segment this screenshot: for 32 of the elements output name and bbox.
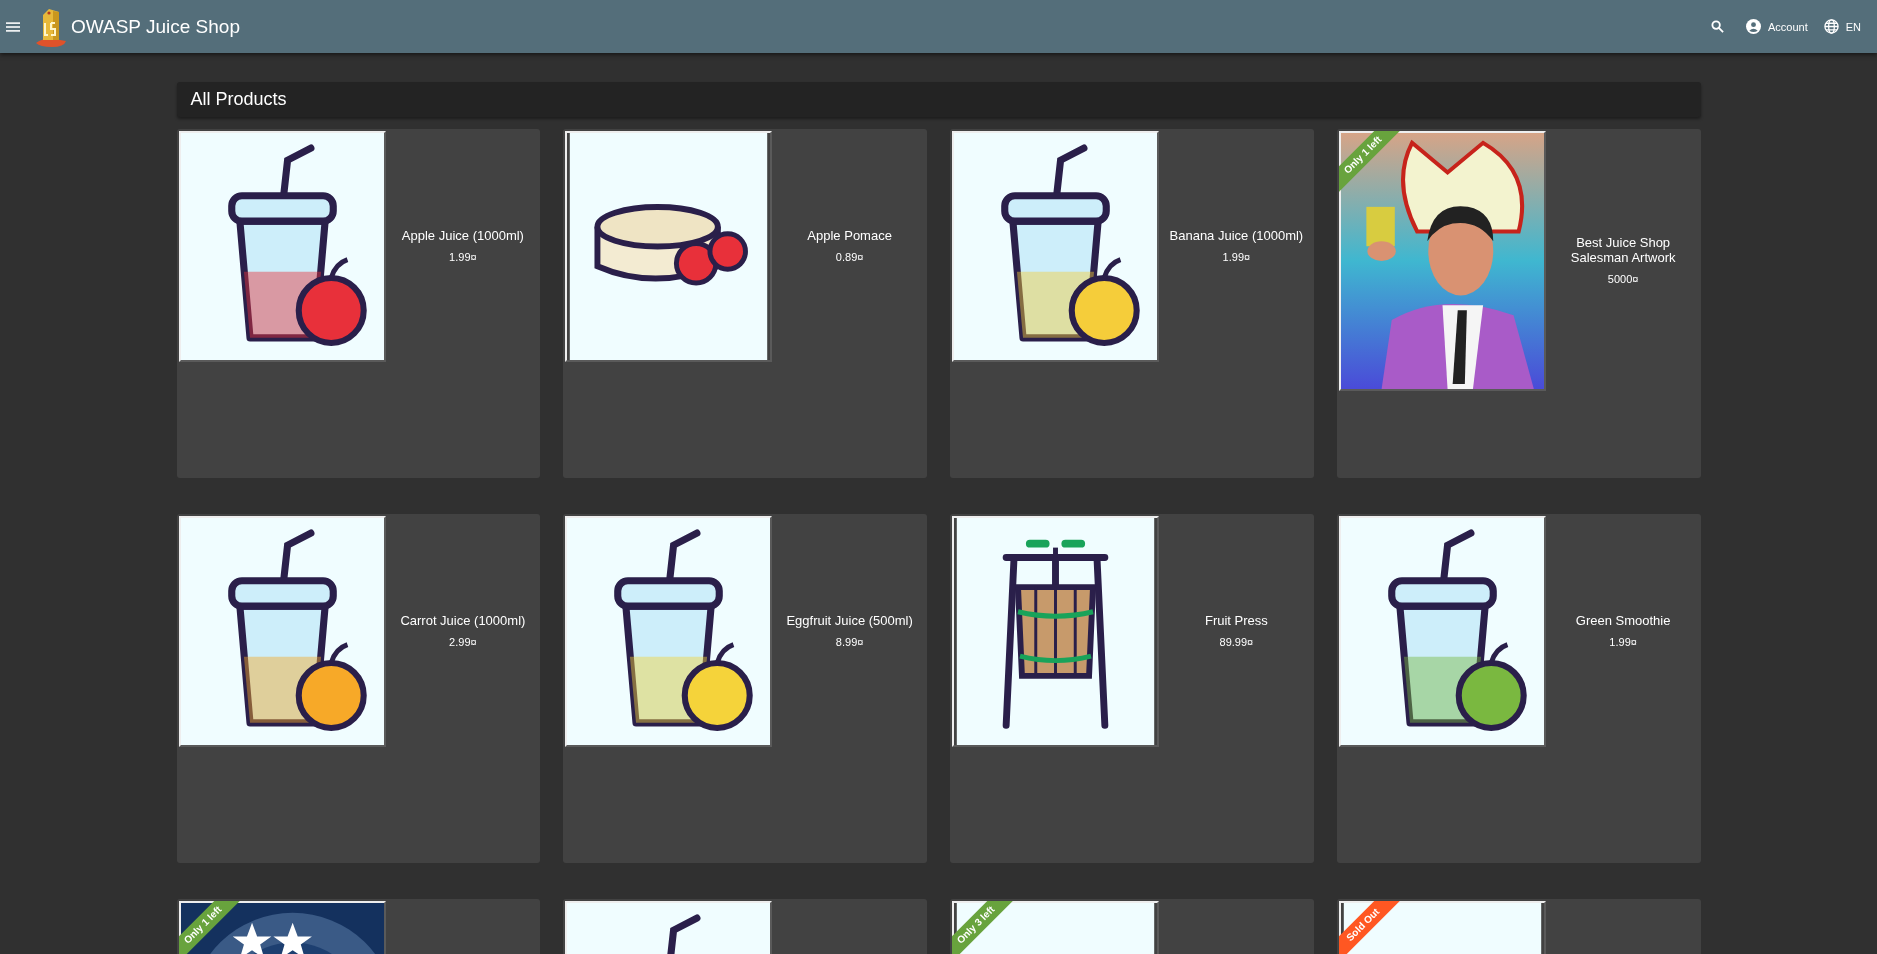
account-icon xyxy=(1745,19,1761,34)
page-heading: All Products xyxy=(190,89,287,110)
product-card[interactable]: Apple Pomace 0.89¤ xyxy=(563,129,927,478)
product-price: 2.99¤ xyxy=(449,636,477,648)
product-name: Banana Juice (1000ml) xyxy=(1169,228,1304,243)
juice-box-logo-icon[interactable] xyxy=(34,6,68,47)
product-card[interactable]: Fruit Press 89.99¤ xyxy=(950,514,1314,863)
product-card[interactable]: Apple Juice (1000ml) 1.99¤ xyxy=(176,129,541,478)
globe-icon xyxy=(1823,19,1839,34)
product-card[interactable]: Eggfruit Juice (500ml) 8.99¤ xyxy=(563,514,927,863)
product-price: 1.99¤ xyxy=(1222,251,1251,263)
app-title[interactable]: OWASP Juice Shop xyxy=(71,15,240,38)
product-card[interactable]: Carrot Juice (1000ml) 2.99¤ xyxy=(176,514,541,863)
language-button[interactable]: EN xyxy=(1817,15,1867,38)
search-icon[interactable] xyxy=(1710,20,1724,33)
product-card[interactable]: Banana Juice (1000ml) 1.99¤ xyxy=(950,129,1314,478)
product-name: Eggfruit Juice (500ml) xyxy=(786,613,913,628)
product-price: 8.99¤ xyxy=(835,636,864,648)
product-name: Fruit Press xyxy=(1204,613,1268,628)
account-button[interactable]: Account xyxy=(1739,15,1814,38)
product-name: Carrot Juice (1000ml) xyxy=(400,613,526,628)
product-name: Apple Juice (1000ml) xyxy=(401,228,524,243)
menu-icon[interactable] xyxy=(6,21,20,32)
product-card[interactable]: Green Smoothie 1.99¤ xyxy=(1336,514,1701,863)
product-price: 1.99¤ xyxy=(1609,636,1637,648)
product-name: Best Juice Shop Salesman Artwork xyxy=(1569,235,1677,265)
product-price: 89.99¤ xyxy=(1219,636,1254,648)
product-price: 1.99¤ xyxy=(449,251,477,263)
product-price: 0.89¤ xyxy=(835,251,864,263)
product-name: Apple Pomace xyxy=(807,228,892,243)
product-price: 5000¤ xyxy=(1607,273,1639,285)
product-name: Green Smoothie xyxy=(1575,613,1671,628)
